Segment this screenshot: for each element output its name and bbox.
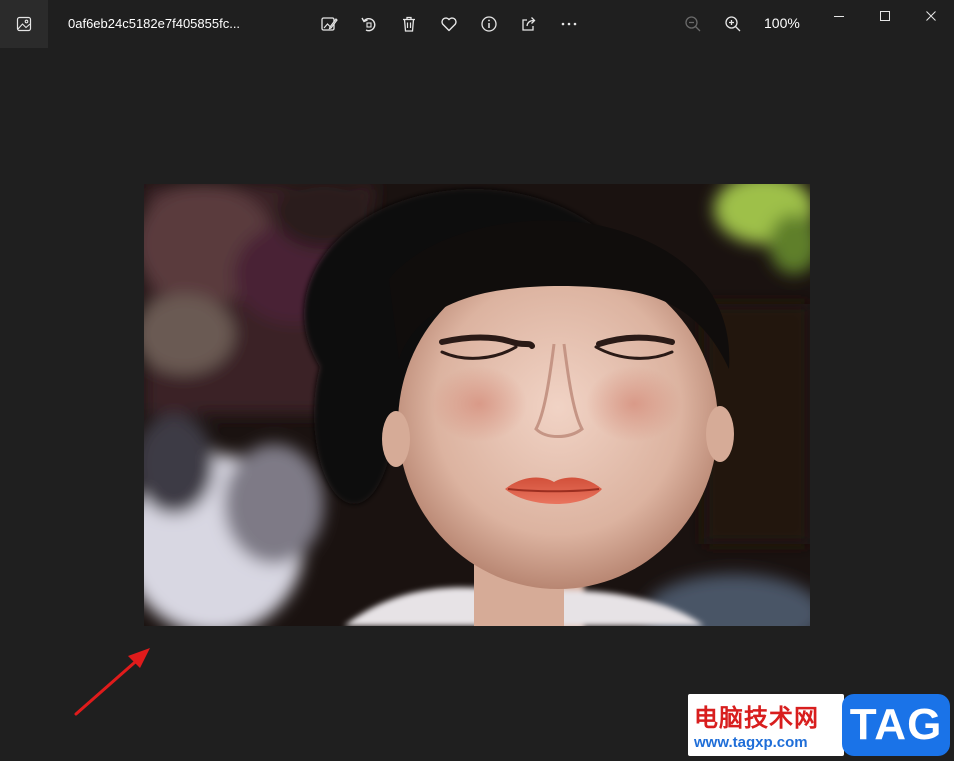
delete-button[interactable]	[393, 8, 425, 40]
close-button[interactable]	[908, 0, 954, 32]
favorite-button[interactable]	[433, 8, 465, 40]
photo-app-icon	[16, 16, 32, 32]
rotate-button[interactable]	[353, 8, 385, 40]
site-watermark: 电脑技术网 www.tagxp.com TAG	[688, 694, 954, 761]
zoom-out-icon	[685, 16, 701, 32]
watermark-url: www.tagxp.com	[694, 734, 808, 751]
watermark-text-panel: 电脑技术网 www.tagxp.com	[688, 694, 844, 756]
maximize-icon	[880, 11, 890, 21]
share-icon	[522, 17, 536, 31]
rotate-icon	[361, 17, 376, 32]
zoom-in-icon	[725, 16, 741, 32]
more-button[interactable]	[553, 8, 585, 40]
info-icon	[481, 16, 497, 32]
app-icon-button[interactable]	[0, 0, 48, 48]
file-name: 0af6eb24c5182e7f405855fc...	[68, 16, 241, 31]
zoom-level[interactable]: 100%	[764, 15, 800, 31]
displayed-photo[interactable]	[144, 184, 810, 626]
minimize-icon	[834, 16, 844, 17]
watermark-site-name: 电脑技术网	[694, 704, 819, 732]
edit-image-icon	[321, 17, 338, 31]
watermark-tag-logo: TAG	[842, 694, 950, 756]
title-bar: 0af6eb24c5182e7f405855fc... 100%	[0, 0, 954, 48]
maximize-button[interactable]	[862, 0, 908, 32]
zoom-in-button[interactable]	[717, 8, 749, 40]
edit-image-button[interactable]	[313, 8, 345, 40]
close-icon	[926, 11, 936, 21]
share-button[interactable]	[513, 8, 545, 40]
annotation-arrow	[74, 648, 150, 716]
more-icon	[561, 22, 577, 26]
delete-icon	[403, 16, 415, 32]
minimize-button[interactable]	[816, 0, 862, 32]
info-button[interactable]	[473, 8, 505, 40]
zoom-out-button[interactable]	[677, 8, 709, 40]
favorite-icon	[441, 17, 457, 32]
portrait-image	[144, 184, 810, 626]
